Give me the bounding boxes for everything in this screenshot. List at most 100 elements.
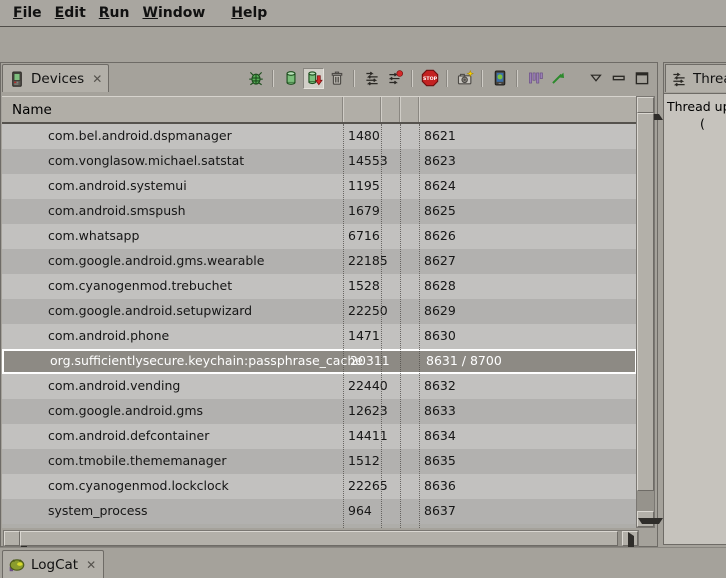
tab-logcat[interactable]: LogCat ✕: [2, 550, 104, 578]
start-profiling-icon[interactable]: [384, 68, 405, 89]
menu-window[interactable]: Window: [142, 5, 205, 21]
table-row[interactable]: com.google.android.setupwizard222508629: [2, 299, 637, 324]
table-row[interactable]: com.tmobile.thememanager 1512 8635: [2, 449, 637, 474]
table-row[interactable]: com.google.android.gms126238633: [2, 399, 637, 424]
process-pid: 1480: [348, 128, 380, 143]
menu-run[interactable]: Run: [99, 5, 130, 21]
horizontal-scrollbar[interactable]: [3, 530, 639, 547]
process-port: 8633: [424, 403, 456, 418]
table-row[interactable]: com.android.smspush16798625: [2, 199, 637, 224]
toolbar-separator: [411, 70, 413, 87]
process-name: com.google.android.setupwizard: [48, 303, 252, 318]
table-row[interactable]: com.whatsapp67168626: [2, 224, 637, 249]
column-separator: [419, 124, 420, 528]
process-port: 8629: [424, 303, 456, 318]
process-name: com.tmobile.thememanager: [48, 453, 227, 468]
threads-icon: [670, 70, 688, 88]
table-header[interactable]: Name: [2, 96, 637, 124]
logcat-icon: [8, 556, 26, 574]
devices-tab-row: Devices ✕ STOP: [1, 63, 657, 93]
process-port: 8630: [424, 328, 456, 343]
scroll-up-button[interactable]: [637, 97, 654, 113]
menu-file[interactable]: File: [13, 5, 42, 21]
tab-threads[interactable]: Threads: [665, 64, 726, 92]
table-row[interactable]: com.android.defcontainer144118634: [2, 424, 637, 449]
process-port: 8637: [424, 503, 456, 518]
horizontal-scroll-thumb[interactable]: [20, 531, 618, 546]
close-icon[interactable]: ✕: [92, 72, 102, 86]
screen-capture-icon[interactable]: [454, 68, 475, 89]
table-row[interactable]: system_process 964 8637: [2, 499, 637, 524]
process-name: com.android.systemui: [48, 178, 187, 193]
maximize-icon[interactable]: [631, 68, 652, 89]
systrace-icon[interactable]: [524, 68, 545, 89]
table-row[interactable]: com.bel.android.dspmanager14808621: [2, 124, 637, 149]
process-port: 8635: [424, 453, 456, 468]
process-port: 8627: [424, 253, 456, 268]
process-name: com.cyanogenmod.lockclock: [48, 478, 229, 493]
process-table: com.bel.android.dspmanager14808621com.vo…: [2, 124, 637, 528]
process-name: com.android.defcontainer: [48, 428, 209, 443]
table-row[interactable]: com.cyanogenmod.lockclock222658636: [2, 474, 637, 499]
scroll-down-button[interactable]: [637, 511, 654, 527]
update-heap-icon[interactable]: [280, 68, 301, 89]
column-divider[interactable]: [399, 97, 401, 122]
column-header-name[interactable]: Name: [12, 102, 52, 118]
view-menu-icon[interactable]: [585, 68, 606, 89]
toolbar-separator: [446, 70, 448, 87]
toolbar-separator: [272, 70, 274, 87]
main-toolbar-strip: [0, 27, 726, 61]
threads-panel: Threads Thread up (: [663, 62, 726, 545]
close-icon[interactable]: ✕: [86, 558, 96, 572]
device-phone-icon: [8, 70, 26, 88]
process-pid: 1512: [348, 453, 380, 468]
table-row[interactable]: com.vonglasow.michael.satstat145538623: [2, 149, 637, 174]
process-name: system_process: [48, 503, 147, 518]
process-port: 8625: [424, 203, 456, 218]
logcat-tab-label: LogCat: [31, 557, 78, 573]
column-separator: [381, 124, 382, 528]
threads-message: Thread up (: [664, 93, 726, 544]
table-row[interactable]: com.google.android.gms.wearable221858627: [2, 249, 637, 274]
table-row[interactable]: com.android.systemui11958624: [2, 174, 637, 199]
dump-hprof-icon[interactable]: [303, 68, 324, 89]
process-port: 8623: [424, 153, 456, 168]
devices-panel: Devices ✕ STOP Name com.bel.android.dspm…: [0, 62, 658, 547]
menu-help[interactable]: Help: [231, 5, 267, 21]
process-name: com.whatsapp: [48, 228, 139, 243]
vertical-scroll-thumb[interactable]: [637, 113, 654, 491]
debug-attach-icon[interactable]: [245, 68, 266, 89]
table-row[interactable]: com.android.phone14718630: [2, 324, 637, 349]
toolbar-separator: [516, 70, 518, 87]
devices-view-toolbar: STOP: [244, 66, 653, 90]
process-name: com.cyanogenmod.trebuchet: [48, 278, 232, 293]
stop-process-icon[interactable]: STOP: [419, 68, 440, 89]
column-separator: [400, 124, 401, 528]
process-name: com.bel.android.dspmanager: [48, 128, 232, 143]
update-threads-icon[interactable]: [361, 68, 382, 89]
table-row[interactable]: com.android.vending224408632: [2, 374, 637, 399]
column-divider[interactable]: [418, 97, 420, 122]
process-name: org.sufficientlysecure.keychain:passphra…: [50, 353, 363, 368]
ddms-window: File Edit Run Window Help Devices ✕ STOP Nam…: [0, 0, 726, 577]
scroll-right-button[interactable]: [622, 531, 638, 546]
method-profiling-arrow-icon[interactable]: [547, 68, 568, 89]
scroll-left-button[interactable]: [4, 531, 20, 546]
process-port: 8636: [424, 478, 456, 493]
process-port: 8628: [424, 278, 456, 293]
process-pid: 964: [348, 503, 372, 518]
vertical-scrollbar[interactable]: [636, 96, 655, 528]
table-row-selected[interactable]: org.sufficientlysecure.keychain:passphra…: [2, 349, 637, 374]
view-hierarchy-icon[interactable]: [489, 68, 510, 89]
tab-devices[interactable]: Devices ✕: [2, 64, 109, 92]
toolbar-separator: [481, 70, 483, 87]
column-divider[interactable]: [380, 97, 382, 122]
threads-message-line1: Thread up: [667, 99, 726, 114]
minimize-icon[interactable]: [608, 68, 629, 89]
table-row[interactable]: com.cyanogenmod.trebuchet15288628: [2, 274, 637, 299]
devices-tab-label: Devices: [31, 71, 84, 87]
cause-gc-icon[interactable]: [326, 68, 347, 89]
column-divider[interactable]: [342, 97, 344, 122]
threads-tab-label: Threads: [693, 71, 726, 87]
menu-edit[interactable]: Edit: [55, 5, 86, 21]
